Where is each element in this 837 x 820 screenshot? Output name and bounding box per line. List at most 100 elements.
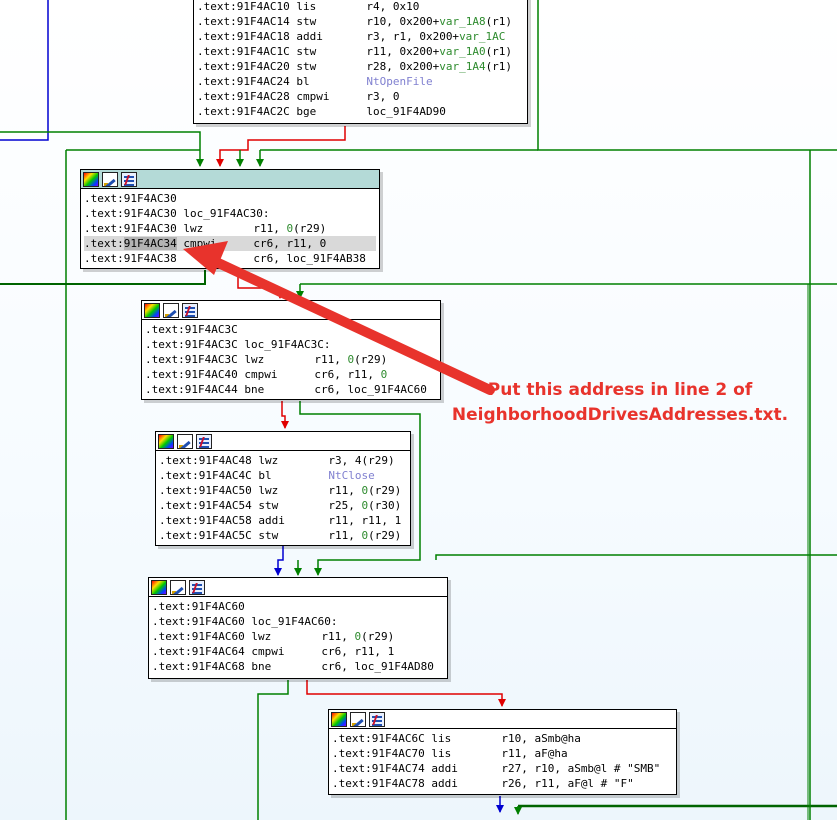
asm-operand: NtOpenFile: [366, 75, 433, 88]
asm-line[interactable]: .text:91F4AC54 stw r25, 0(r30): [159, 498, 407, 513]
asm-operand: (r29): [361, 630, 395, 643]
code-block-91F4AC6C[interactable]: .text:91F4AC6C lis r10, aSmb@ha .text:91F4…: [328, 709, 677, 795]
asm-mnemonic: bge: [296, 105, 317, 118]
asm-line[interactable]: .text:91F4AC30 loc_91F4AC30:: [84, 206, 376, 221]
asm-address[interactable]: .text:91F4AC3C: [145, 323, 238, 336]
asm-line[interactable]: .text:91F4AC48 lwz r3, 4(r29): [159, 453, 407, 468]
edge-false: [237, 270, 284, 299]
graph-icon[interactable]: [196, 433, 212, 449]
color-palette-icon[interactable]: [151, 579, 167, 595]
asm-address[interactable]: .text:91F4AC34: [84, 237, 177, 250]
asm-address[interactable]: .text:91F4AC6C: [332, 732, 425, 745]
asm-line[interactable]: .text:91F4AC34 cmpwi cr6, r11, 0: [84, 236, 376, 251]
asm-line[interactable]: .text:91F4AC4C bl NtClose: [159, 468, 407, 483]
color-palette-icon[interactable]: [158, 433, 174, 449]
asm-address[interactable]: .text:91F4AC30: [84, 192, 177, 205]
asm-line[interactable]: .text:91F4AC18 addi r3, r1, 0x200+var_1AC: [197, 29, 524, 44]
asm-operand: (r29): [368, 529, 402, 542]
asm-mnemonic: lwz: [258, 484, 279, 497]
asm-address[interactable]: .text:91F4AC60: [152, 615, 245, 628]
graph-icon[interactable]: [121, 171, 137, 187]
edit-icon[interactable]: [177, 433, 193, 449]
code-block-loc-91F4AC60[interactable]: .text:91F4AC60 .text:91F4AC60 loc_91F4AC6…: [148, 577, 448, 679]
code-block-loc-91F4AC3C[interactable]: .text:91F4AC3C .text:91F4AC3C loc_91F4AC3…: [141, 300, 441, 400]
asm-line[interactable]: .text:91F4AC3C lwz r11, 0(r29): [145, 352, 437, 367]
asm-address[interactable]: .text:91F4AC50: [159, 484, 252, 497]
edge-unconditional: [274, 546, 284, 576]
asm-address[interactable]: .text:91F4AC54: [159, 499, 252, 512]
asm-line[interactable]: .text:91F4AC28 cmpwi r3, 0: [197, 89, 524, 104]
edge-false: [306, 680, 506, 707]
color-palette-icon[interactable]: [331, 711, 347, 727]
asm-line[interactable]: .text:91F4AC50 lwz r11, 0(r29): [159, 483, 407, 498]
edit-icon[interactable]: [170, 579, 186, 595]
asm-address[interactable]: .text:91F4AC3C: [145, 353, 238, 366]
asm-mnemonic: cmpwi: [251, 645, 285, 658]
graph-icon[interactable]: [182, 302, 198, 318]
edit-icon[interactable]: [163, 302, 179, 318]
asm-line[interactable]: .text:91F4AC64 cmpwi cr6, r11, 1: [152, 644, 444, 659]
asm-line[interactable]: .text:91F4AC60 loc_91F4AC60:: [152, 614, 444, 629]
asm-address[interactable]: .text:91F4AC30: [84, 207, 177, 220]
asm-line[interactable]: .text:91F4AC38 cr6, loc_91F4AB38: [84, 251, 376, 266]
asm-address[interactable]: .text:91F4AC70: [332, 747, 425, 760]
asm-address[interactable]: .text:91F4AC40: [145, 368, 238, 381]
asm-address[interactable]: .text:91F4AC38: [84, 252, 177, 265]
asm-address[interactable]: .text:91F4AC28: [197, 90, 290, 103]
asm-address[interactable]: .text:91F4AC18: [197, 30, 290, 43]
asm-line[interactable]: .text:91F4AC60: [152, 599, 444, 614]
asm-line[interactable]: .text:91F4AC30 lwz r11, 0(r29): [84, 221, 376, 236]
asm-address[interactable]: .text:91F4AC4C: [159, 469, 252, 482]
asm-address[interactable]: .text:91F4AC2C: [197, 105, 290, 118]
asm-address[interactable]: .text:91F4AC30: [84, 222, 177, 235]
asm-address[interactable]: .text:91F4AC68: [152, 660, 245, 673]
asm-line[interactable]: .text:91F4AC78 addi r26, r11, aF@l # "F": [332, 776, 673, 791]
asm-line[interactable]: .text:91F4AC2C bge loc_91F4AD90: [197, 104, 524, 119]
code-block-91F4AC48[interactable]: .text:91F4AC48 lwz r3, 4(r29) .text:91F4AC…: [155, 431, 411, 546]
color-palette-icon[interactable]: [144, 302, 160, 318]
asm-mnemonic: lwz: [258, 454, 279, 467]
asm-line[interactable]: .text:91F4AC60 lwz r11, 0(r29): [152, 629, 444, 644]
asm-address[interactable]: .text:91F4AC3C: [145, 338, 238, 351]
asm-address[interactable]: .text:91F4AC1C: [197, 45, 290, 58]
asm-line[interactable]: .text:91F4AC5C stw r11, 0(r29): [159, 528, 407, 543]
asm-address[interactable]: .text:91F4AC44: [145, 383, 238, 396]
asm-line[interactable]: .text:91F4AC3C: [145, 322, 437, 337]
asm-address[interactable]: .text:91F4AC64: [152, 645, 245, 658]
asm-mnemonic: cmpwi: [244, 368, 278, 381]
asm-address[interactable]: .text:91F4AC74: [332, 762, 425, 775]
asm-line[interactable]: .text:91F4AC70 lis r11, aF@ha: [332, 746, 673, 761]
asm-line[interactable]: .text:91F4AC6C lis r10, aSmb@ha: [332, 731, 673, 746]
asm-address[interactable]: .text:91F4AC78: [332, 777, 425, 790]
asm-address[interactable]: .text:91F4AC58: [159, 514, 252, 527]
asm-line[interactable]: .text:91F4AC30: [84, 191, 376, 206]
color-palette-icon[interactable]: [83, 171, 99, 187]
asm-address[interactable]: .text:91F4AC14: [197, 15, 290, 28]
asm-address[interactable]: .text:91F4AC48: [159, 454, 252, 467]
edit-icon[interactable]: [102, 171, 118, 187]
asm-line[interactable]: .text:91F4AC14 stw r10, 0x200+var_1A8(r1): [197, 14, 524, 29]
asm-line[interactable]: .text:91F4AC68 bne cr6, loc_91F4AD80: [152, 659, 444, 674]
code-block-loc-91F4AC30[interactable]: .text:91F4AC30 .text:91F4AC30 loc_91F4AC3…: [80, 169, 380, 269]
code-block-91F4AC10[interactable]: .text:91F4AC10 lis r4, 0x10 .text:91F4AC14…: [193, 0, 528, 124]
graph-icon[interactable]: [369, 711, 385, 727]
graph-icon[interactable]: [189, 579, 205, 595]
asm-line[interactable]: .text:91F4AC10 lis r4, 0x10: [197, 0, 524, 14]
asm-address[interactable]: .text:91F4AC60: [152, 630, 245, 643]
asm-address[interactable]: .text:91F4AC20: [197, 60, 290, 73]
asm-line[interactable]: .text:91F4AC3C loc_91F4AC3C:: [145, 337, 437, 352]
asm-mnemonic: stw: [296, 45, 317, 58]
asm-address[interactable]: .text:91F4AC10: [197, 0, 290, 13]
asm-line[interactable]: .text:91F4AC40 cmpwi cr6, r11, 0: [145, 367, 437, 382]
asm-line[interactable]: .text:91F4AC24 bl NtOpenFile: [197, 74, 524, 89]
asm-line[interactable]: .text:91F4AC74 addi r27, r10, aSmb@l # "S…: [332, 761, 673, 776]
asm-address[interactable]: .text:91F4AC60: [152, 600, 245, 613]
asm-address[interactable]: .text:91F4AC5C: [159, 529, 252, 542]
asm-line[interactable]: .text:91F4AC1C stw r11, 0x200+var_1A0(r1): [197, 44, 524, 59]
asm-line[interactable]: .text:91F4AC20 stw r28, 0x200+var_1A4(r1): [197, 59, 524, 74]
asm-line[interactable]: .text:91F4AC44 bne cr6, loc_91F4AC60: [145, 382, 437, 397]
asm-mnemonic: cmpwi: [183, 237, 217, 250]
asm-line[interactable]: .text:91F4AC58 addi r11, r11, 1: [159, 513, 407, 528]
edit-icon[interactable]: [350, 711, 366, 727]
asm-address[interactable]: .text:91F4AC24: [197, 75, 290, 88]
